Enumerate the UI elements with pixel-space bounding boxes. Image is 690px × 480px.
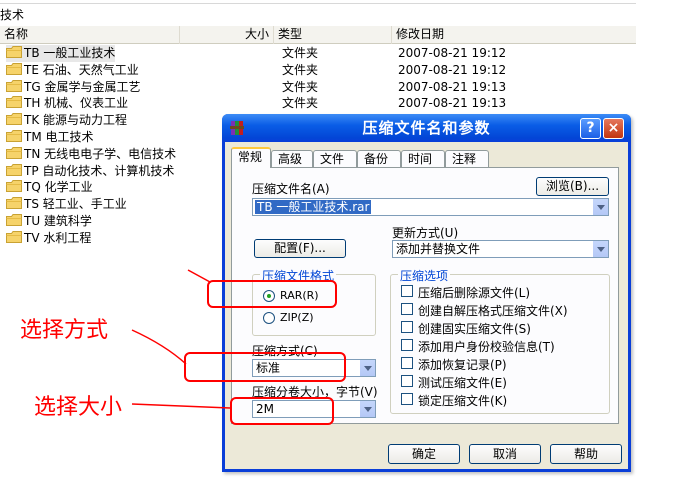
choose-method-annotation: 选择方式 xyxy=(20,318,109,343)
tab-general[interactable]: 常规 xyxy=(231,147,271,168)
choose-size-annotation: 选择大小 xyxy=(34,395,123,420)
